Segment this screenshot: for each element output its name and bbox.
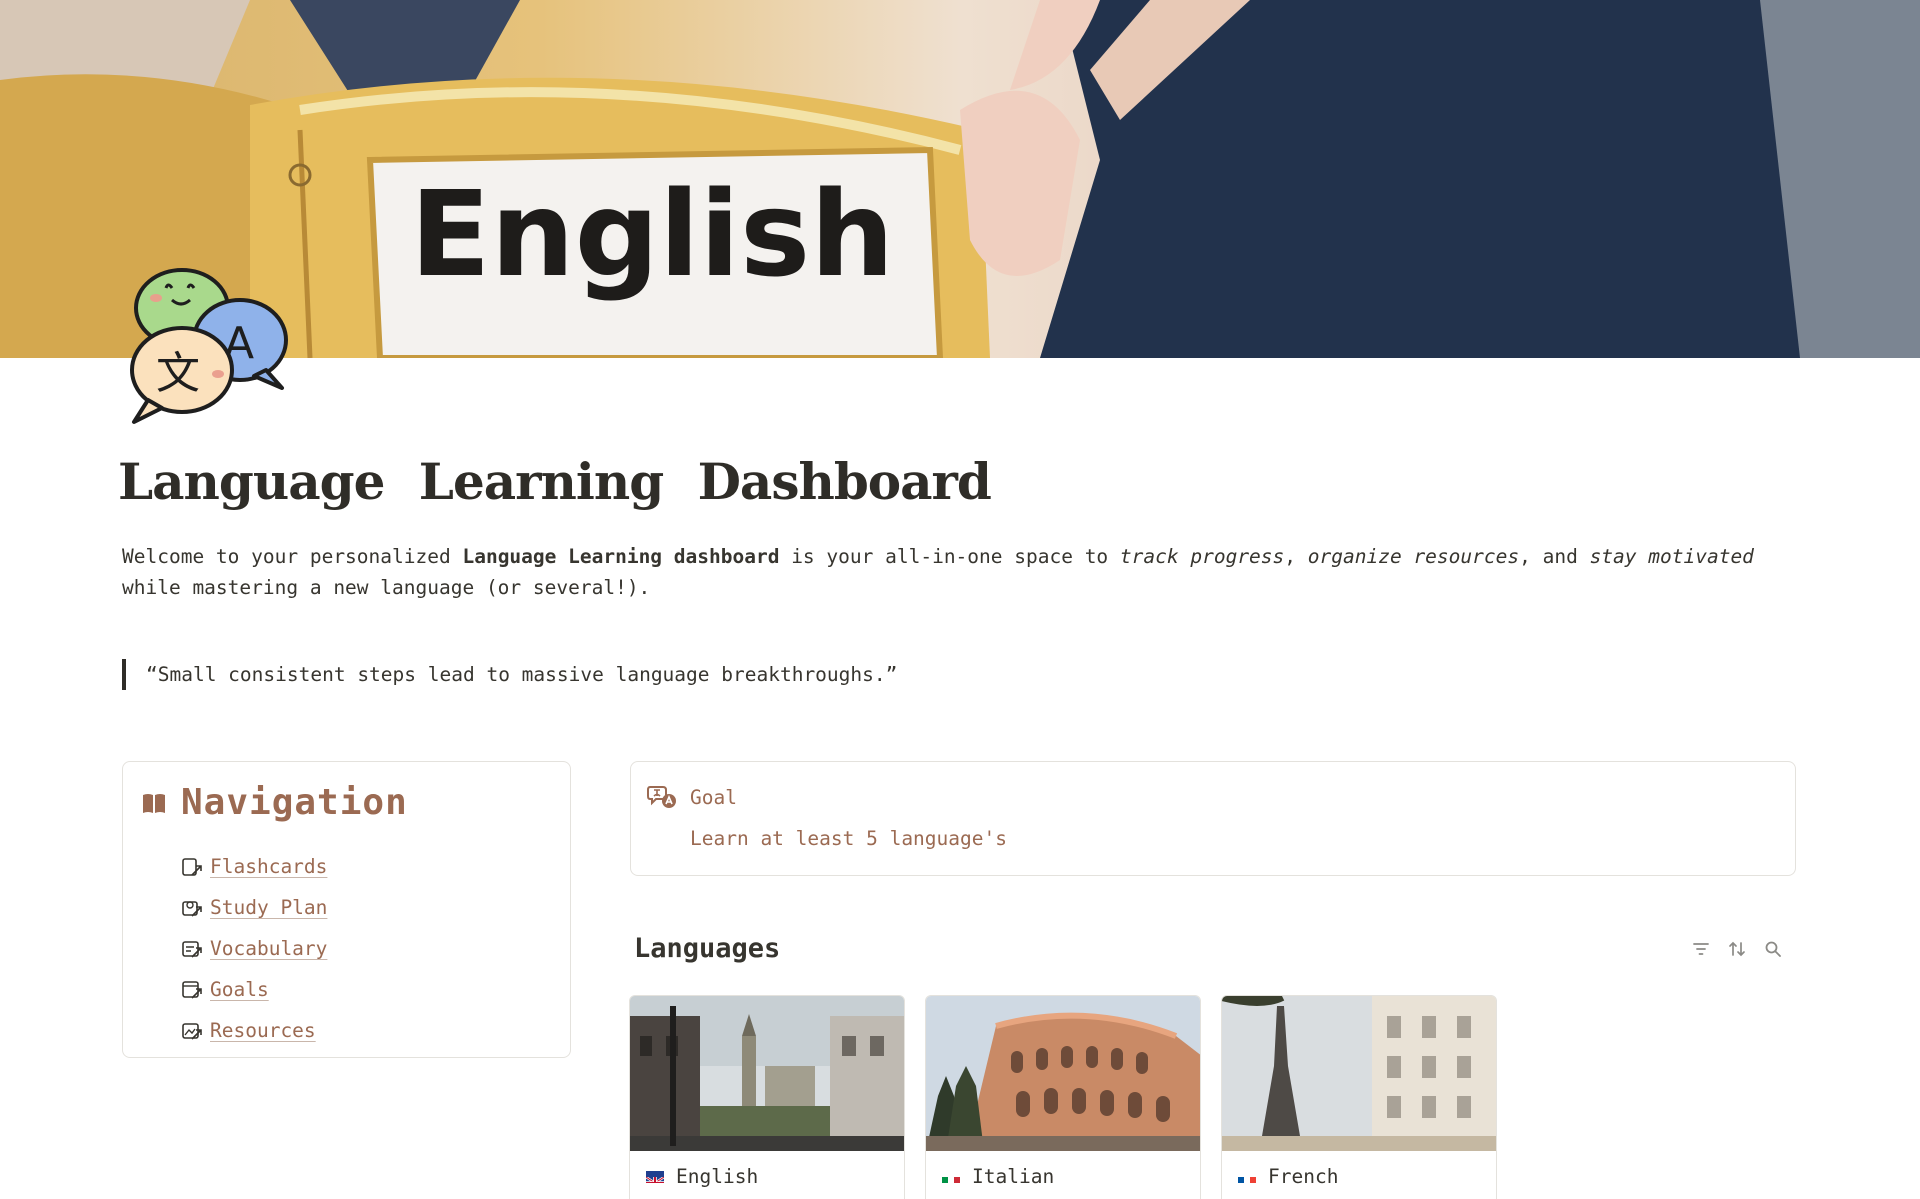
navigation-callout: Navigation Flashcards Study Plan Vocabul…	[122, 761, 571, 1058]
intro-italic-text: organize resources	[1307, 545, 1520, 568]
intro-italic-text: track progress	[1119, 545, 1285, 568]
goal-text: Learn at least 5 language's	[690, 827, 1007, 850]
language-card-french[interactable]: French	[1221, 995, 1497, 1199]
cover-book-title: English	[410, 165, 894, 303]
intro-italic-text: stay motivated	[1589, 545, 1754, 568]
language-name: Italian	[972, 1165, 1055, 1188]
navigation-header: Navigation	[141, 782, 408, 823]
page-title: Language Learning Dashboard	[118, 452, 992, 511]
page-link-icon	[182, 857, 202, 876]
sort-button[interactable]	[1726, 938, 1748, 960]
filter-button[interactable]	[1690, 938, 1712, 960]
language-card-italian[interactable]: Italian	[925, 995, 1201, 1199]
france-flag-icon	[1238, 1171, 1256, 1183]
nav-link-label: Resources	[210, 1019, 316, 1042]
languages-gallery: English Italian French	[629, 995, 1497, 1199]
intro-text: , and	[1519, 545, 1590, 568]
page-link-icon	[182, 980, 202, 999]
goal-callout: Goal Learn at least 5 language's	[630, 761, 1796, 876]
language-card-caption: French	[1222, 1151, 1496, 1199]
nav-link-label: Goals	[210, 978, 269, 1001]
language-name: English	[676, 1165, 759, 1188]
translate-icon	[647, 786, 676, 808]
sort-icon	[1729, 941, 1745, 957]
gallery-toolbar	[1690, 938, 1784, 960]
search-icon	[1765, 941, 1781, 957]
paris-photo	[1222, 996, 1496, 1151]
intro-text: while mastering a new language (or sever…	[122, 576, 651, 599]
nav-link-label: Study Plan	[210, 896, 328, 919]
intro-bold-text: Language Learning dashboard	[462, 545, 780, 568]
nav-link-label: Flashcards	[210, 855, 328, 878]
page-link-icon	[182, 900, 202, 917]
intro-paragraph: Welcome to your personalized Language Le…	[122, 541, 1812, 603]
nav-link-study-plan[interactable]: Study Plan	[181, 887, 327, 928]
svg-text:文: 文	[156, 348, 200, 399]
goal-label: Goal	[690, 786, 737, 809]
italy-flag-icon	[942, 1171, 960, 1183]
translate-bubbles-icon: A 文	[126, 262, 294, 430]
page-link-icon	[182, 1022, 202, 1040]
page-link-icon	[182, 940, 202, 958]
london-photo	[630, 996, 904, 1151]
nav-link-vocabulary[interactable]: Vocabulary	[181, 928, 327, 969]
language-card-english[interactable]: English	[629, 995, 905, 1199]
nav-link-label: Vocabulary	[210, 937, 328, 960]
intro-text: is your all-in-one space to	[779, 545, 1120, 568]
search-button[interactable]	[1762, 938, 1784, 960]
uk-flag-icon	[646, 1170, 664, 1183]
language-card-caption: Italian	[926, 1151, 1200, 1199]
quote-block: “Small consistent steps lead to massive …	[122, 659, 897, 690]
colosseum-photo	[926, 996, 1200, 1151]
navigation-title: Navigation	[181, 782, 408, 823]
nav-link-goals[interactable]: Goals	[181, 969, 327, 1010]
intro-text: Welcome to your personalized	[122, 545, 463, 568]
filter-icon	[1693, 943, 1709, 955]
languages-heading: Languages	[634, 933, 781, 964]
language-card-caption: English	[630, 1151, 904, 1199]
language-name: French	[1268, 1165, 1339, 1188]
intro-text: ,	[1284, 545, 1308, 568]
open-book-icon	[143, 793, 165, 813]
navigation-list: Flashcards Study Plan Vocabulary Goals R…	[181, 846, 327, 1051]
nav-link-flashcards[interactable]: Flashcards	[181, 846, 327, 887]
nav-link-resources[interactable]: Resources	[181, 1010, 327, 1051]
